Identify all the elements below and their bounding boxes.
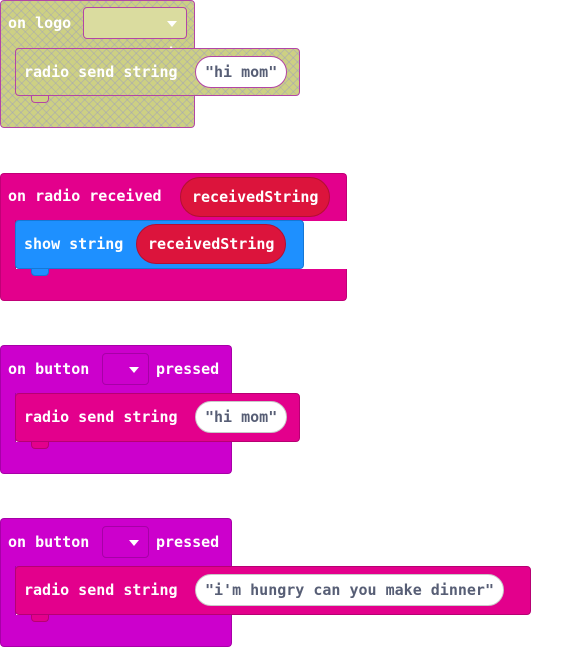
chevron-down-icon [167, 21, 177, 27]
pressed-label: pressed [156, 360, 220, 378]
received-string-param[interactable]: receivedString [180, 177, 331, 217]
block-notch [31, 269, 49, 276]
button-a-block-body-left [0, 393, 16, 443]
string-value-input[interactable]: "hi mom" [195, 56, 288, 88]
chevron-down-icon [129, 367, 139, 373]
block-notch [31, 615, 49, 622]
string-value-input[interactable]: "i'm hungry can you make dinner" [195, 574, 504, 606]
radio-received-block-body-left [0, 220, 16, 270]
radio-send-label: radio send string [24, 581, 178, 599]
chevron-down-icon [129, 540, 139, 546]
radio-send-label: radio send string [24, 408, 178, 426]
block-notch [31, 96, 49, 103]
logo-event-label: on logo [8, 14, 72, 32]
button-b-dropdown[interactable]: B [102, 526, 149, 581]
radio-send-label: radio send string [24, 63, 178, 81]
show-string-label: show string [24, 235, 124, 253]
radio-received-label: on radio received [8, 187, 162, 205]
string-value-input[interactable]: "hi mom" [195, 401, 288, 433]
on-button-label: on button [8, 533, 90, 551]
radio-received-block-footer [0, 269, 347, 301]
button-a-dropdown[interactable]: A [102, 353, 149, 408]
pressed-label: pressed [156, 533, 220, 551]
button-b-block-body-left [0, 566, 16, 616]
on-button-label: on button [8, 360, 90, 378]
received-string-reporter[interactable]: receivedString [136, 224, 287, 264]
logo-gesture-dropdown[interactable]: pressed [83, 7, 187, 62]
block-notch [31, 442, 49, 449]
